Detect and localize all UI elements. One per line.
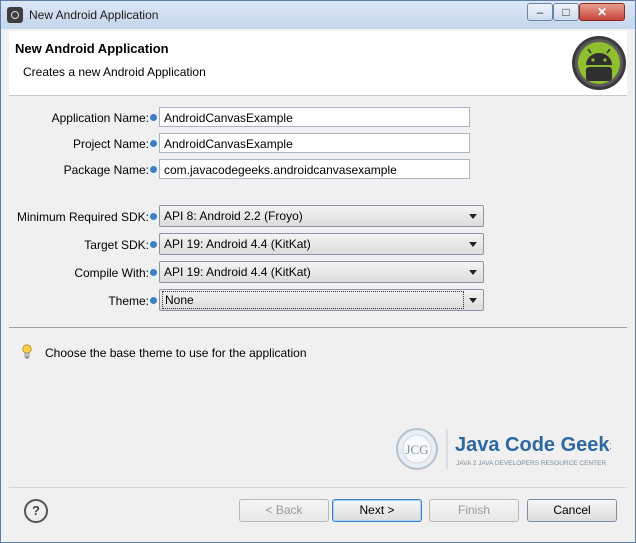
info-icon (150, 269, 157, 276)
cancel-button[interactable]: Cancel (527, 499, 617, 522)
window-title: New Android Application (29, 8, 159, 22)
target-sdk-select[interactable]: API 19: Android 4.4 (KitKat) (159, 233, 484, 255)
info-icon (150, 213, 157, 220)
help-icon[interactable]: ? (24, 499, 48, 523)
hint-text: Choose the base theme to use for the app… (45, 346, 307, 360)
jcg-name-text: Java Code Geeks (455, 434, 611, 456)
info-icon (150, 297, 157, 304)
dropdown-arrow-icon (469, 242, 477, 247)
theme-select[interactable]: None (159, 289, 484, 311)
info-icon (150, 166, 157, 173)
compile-with-value: API 19: Android 4.4 (KitKat) (164, 265, 311, 279)
compile-with-label: Compile With: (74, 266, 149, 280)
footer-divider (9, 487, 627, 488)
dropdown-arrow-icon (469, 270, 477, 275)
theme-label: Theme: (108, 294, 149, 308)
package-name-label: Package Name: (63, 163, 149, 177)
info-icon (150, 114, 157, 121)
next-button[interactable]: Next > (332, 499, 422, 522)
lightbulb-icon (22, 344, 32, 359)
title-bar[interactable]: New Android Application – □ ✕ (1, 1, 635, 29)
page-title: New Android Application (15, 41, 169, 56)
java-code-geeks-logo: JCG Java Code Geeks JAVA 2 JAVA DEVELOPE… (396, 428, 611, 470)
jcg-tagline-text: JAVA 2 JAVA DEVELOPERS RESOURCE CENTER (456, 460, 606, 467)
project-name-input[interactable]: AndroidCanvasExample (159, 133, 470, 153)
minimum-sdk-select[interactable]: API 8: Android 2.2 (Froyo) (159, 205, 484, 227)
back-button[interactable]: < Back (239, 499, 329, 522)
target-sdk-label: Target SDK: (84, 238, 149, 252)
wizard-header: New Android Application Creates a new An… (9, 31, 627, 96)
close-button[interactable]: ✕ (579, 3, 625, 21)
application-name-label: Application Name: (51, 111, 149, 125)
new-android-application-dialog: New Android Application – □ ✕ New Androi… (0, 0, 636, 543)
project-name-label: Project Name: (72, 137, 149, 151)
finish-button[interactable]: Finish (429, 499, 519, 522)
target-sdk-value: API 19: Android 4.4 (KitKat) (164, 237, 311, 251)
dropdown-arrow-icon (469, 298, 477, 303)
form-divider (9, 327, 627, 328)
jcg-badge-text: JCG (405, 442, 428, 457)
eclipse-app-icon (7, 7, 23, 23)
minimum-sdk-value: API 8: Android 2.2 (Froyo) (164, 209, 303, 223)
maximize-button[interactable]: □ (553, 3, 579, 21)
minimum-sdk-label: Minimum Required SDK: (16, 210, 149, 224)
page-subtitle: Creates a new Android Application (23, 65, 206, 79)
minimize-button[interactable]: – (527, 3, 553, 21)
application-name-input[interactable]: AndroidCanvasExample (159, 107, 470, 127)
theme-value: None (162, 291, 464, 309)
info-icon (150, 140, 157, 147)
android-logo-icon (572, 36, 626, 90)
package-name-input[interactable]: com.javacodegeeks.androidcanvasexample (159, 159, 470, 179)
dropdown-arrow-icon (469, 214, 477, 219)
info-icon (150, 241, 157, 248)
compile-with-select[interactable]: API 19: Android 4.4 (KitKat) (159, 261, 484, 283)
